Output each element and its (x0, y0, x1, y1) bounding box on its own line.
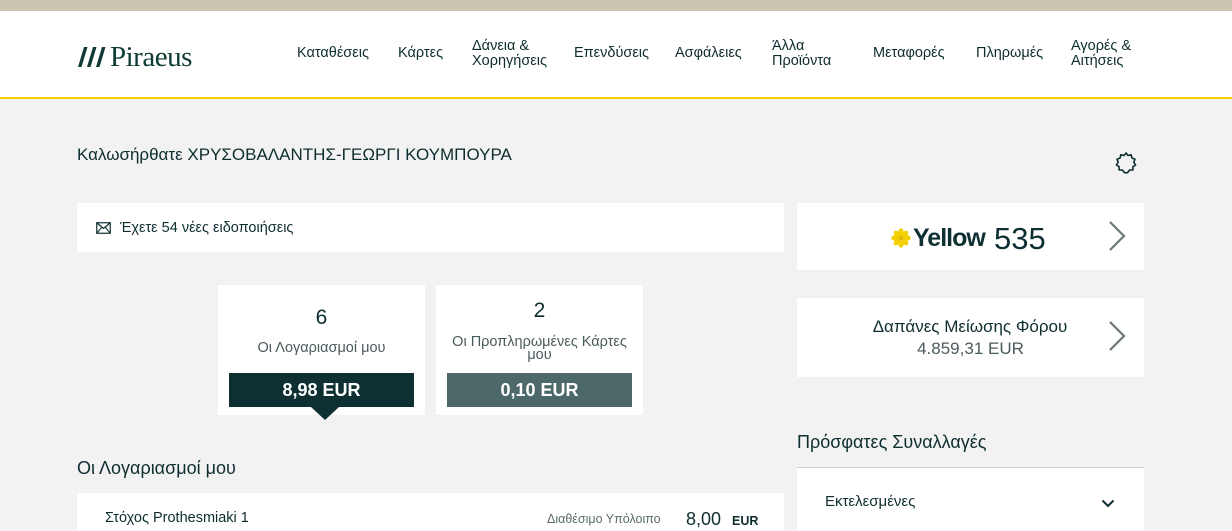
tax-expenses-value: 4.859,31 EUR (917, 339, 1024, 358)
chevron-right-icon (1109, 221, 1126, 251)
nav-label-line1: Άλλα (772, 38, 805, 54)
nav-purchases-requests[interactable]: Αγορές & Αιτήσεις (1071, 39, 1131, 69)
transactions-filter-value: Εκτελεσμένες (825, 493, 916, 510)
nav-deposits[interactable]: Καταθέσεις (297, 46, 369, 61)
nav-label-line2: Αιτήσεις (1071, 53, 1124, 69)
available-balance-value: 8,00 (686, 509, 722, 529)
prepaid-label: Οι Προπληρωμένες Κάρτες μου (446, 335, 633, 363)
notifications-bar[interactable]: Έχετε 54 νέες ειδοποιήσεις (77, 203, 784, 252)
accounts-summary-card[interactable]: 6 Οι Λογαριασμοί μου 8,98 EUR (218, 285, 425, 420)
yellow-brand-text: Yellow (913, 223, 986, 252)
nav-label-line2: Προϊόντα (772, 53, 832, 69)
nav-transfers[interactable]: Μεταφορές (873, 46, 945, 61)
available-balance-label: Διαθέσιμο Υπόλοιπο (547, 512, 661, 526)
nav-label-line1: Δάνεια & (472, 38, 530, 54)
gear-icon[interactable] (1114, 151, 1138, 175)
chevron-right-icon (1109, 321, 1126, 351)
flower-icon (891, 228, 911, 248)
notifications-text: Έχετε 54 νέες ειδοποιήσεις (120, 219, 294, 236)
yellow-rewards-card[interactable]: Yellow 535 (797, 203, 1144, 270)
recent-transactions-title: Πρόσφατες Συναλλαγές (797, 432, 987, 452)
main-header: Piraeus Καταθέσεις Κάρτες Δάνεια & Χορηγ… (0, 11, 1232, 99)
tax-expenses-card[interactable]: Δαπάνες Μείωσης Φόρου 4.859,31 EUR (797, 298, 1144, 377)
accounts-section-title: Οι Λογαριασμοί μου (77, 458, 236, 478)
nav-label-line2: Χορηγήσεις (472, 53, 547, 69)
account-name: Στόχος Prothesmiaki 1 (105, 510, 249, 526)
top-strip (0, 0, 1232, 11)
transactions-filter-dropdown[interactable]: Εκτελεσμένες (797, 468, 1144, 531)
nav-insurance[interactable]: Ασφάλειες (675, 46, 742, 61)
accounts-label: Οι Λογαριασμοί μου (257, 340, 386, 356)
nav-loans[interactable]: Δάνεια & Χορηγήσεις (472, 39, 547, 69)
tax-expenses-label: Δαπάνες Μείωσης Φόρου (872, 317, 1068, 336)
account-row[interactable]: Στόχος Prothesmiaki 1 Διαθέσιμο Υπόλοιπο… (77, 493, 784, 531)
nav-label: Κάρτες (398, 45, 444, 61)
nav-investments[interactable]: Επενδύσεις (574, 46, 649, 61)
prepaid-total-amount: 0,10 EUR (447, 373, 632, 407)
nav-label: Πληρωμές (976, 45, 1044, 61)
nav-label: Καταθέσεις (297, 45, 369, 61)
accounts-total-amount: 8,98 EUR (229, 373, 414, 407)
nav-label: Μεταφορές (873, 45, 945, 61)
nav-cards[interactable]: Κάρτες (398, 46, 443, 61)
welcome-message: Καλωσήρθατε ΧΡΥΣΟΒΑΛΑΝΤΗΣ-ΓΕΩΡΓΙ ΚΟΥΜΠΟΥ… (77, 145, 512, 164)
piraeus-logo[interactable]: Piraeus (77, 41, 192, 73)
nav-other-products[interactable]: Άλλα Προϊόντα (772, 39, 831, 69)
prepaid-cards-summary-card[interactable]: 2 Οι Προπληρωμένες Κάρτες μου 0,10 EUR (436, 285, 643, 415)
currency-label: EUR (732, 514, 759, 528)
prepaid-label-line2: μου (527, 347, 552, 363)
chevron-down-icon (1101, 499, 1115, 508)
selected-pointer (311, 407, 339, 420)
nav-label: Ασφάλειες (675, 45, 742, 61)
piraeus-logo-mark-icon (78, 47, 106, 67)
prepaid-count: 2 (533, 299, 546, 322)
nav-label: Επενδύσεις (574, 45, 650, 61)
yellow-points: 535 (994, 221, 1046, 256)
accounts-count: 6 (315, 306, 328, 329)
logo-wordmark: Piraeus (110, 41, 192, 73)
envelope-icon (96, 221, 111, 234)
nav-payments[interactable]: Πληρωμές (976, 46, 1043, 61)
yellow-logo: Yellow (891, 223, 986, 253)
nav-label-line1: Αγορές & (1071, 38, 1132, 54)
